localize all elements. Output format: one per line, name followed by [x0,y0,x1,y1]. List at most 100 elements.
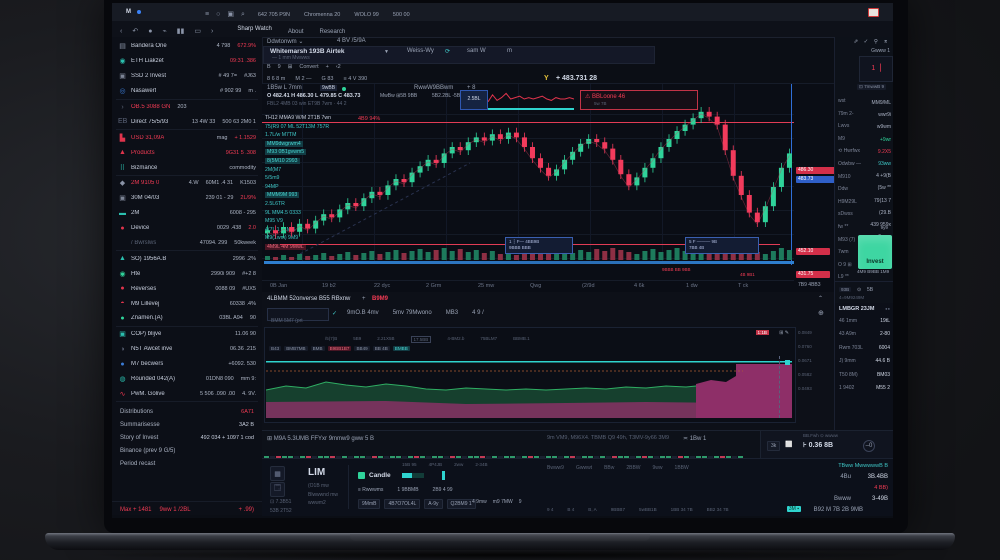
candle-toggle-label[interactable]: Candle [369,472,391,479]
status-btn2-1[interactable]: m9 7MW [493,499,513,505]
topbar-icon-2[interactable]: ▣ [227,11,234,18]
symbol-caret-icon[interactable]: ▼ [384,49,389,55]
slider-track[interactable] [402,473,424,478]
order-field-4[interactable]: ⟲ Hwrfwx [838,145,861,158]
watchlist-row[interactable]: ∿PwM. Golive5 506 .090 .004. 9V. [112,386,262,401]
watchlist-row[interactable]: ⠿Bizmancecommodity [112,160,262,175]
status-btn-1[interactable]: 4B7O7OL4L [384,499,420,509]
status-link-2[interactable]: BBw [604,465,614,471]
watchlist-row[interactable]: ●M7 becwers+6092. 530 [112,357,262,372]
trade-row[interactable]: J) 9mm44.6 B [835,355,893,369]
settings-gear-icon[interactable]: ⊕ [818,309,824,317]
topbar-icon-1[interactable]: ○ [216,11,220,18]
topbar-icon-0[interactable]: ≡ [205,11,209,18]
timeframe-select[interactable]: Weiss-Wy [407,48,434,54]
status-link-1[interactable]: Gwwwt [576,465,592,471]
right-teal[interactable]: TBww MwwwwwB B [838,463,888,469]
box-icon[interactable]: ⬜ [785,441,792,448]
nav-icon-2[interactable]: ● [148,28,152,35]
x-axis-right[interactable]: 7B9 4BB3 [798,282,821,288]
order-chip-top[interactable]: ⊡ 7mwwB 9 [857,84,886,90]
watchlist-footer-row[interactable]: Summarisesse3A2 B [112,418,262,431]
nav-link-1[interactable]: Research [320,29,346,35]
watchlist-row[interactable]: ◓M9 Lillevej60338 .4% [112,296,262,311]
status-link-5[interactable]: 1BBW [675,465,689,471]
status-link-0[interactable]: Bwww9 [547,465,564,471]
bottom-control-1[interactable]: 5mv 79Mwono [393,310,432,316]
mode-label[interactable]: m [507,48,512,54]
trades-dots[interactable]: ●● [885,306,890,312]
watchlist-footer-row[interactable]: Distributions6A71 [112,405,262,418]
chart-tool-2[interactable]: ⊞ [288,64,293,70]
trade-row[interactable]: 46 1mm19tL [835,314,893,328]
watchlist-footer-row[interactable]: Binance (prev 9 G/5) [112,444,262,457]
extension-icon[interactable] [868,8,879,17]
chart-tool-3[interactable]: Convert [299,64,318,70]
watchlist-row[interactable]: ▬2M6008 - 295 [112,206,262,221]
order-field-2[interactable]: Lwvs [838,120,861,133]
depth-corner-icons[interactable]: ⊞ ✎ [779,330,789,336]
watchlist-row[interactable]: ◎Nasawert# 902 99m . [112,84,262,99]
order-field-7[interactable]: Ddw [838,183,861,196]
minus-icon[interactable]: –0 [863,440,875,452]
watchlist-row[interactable]: ▣COP) blijve11.06 90 [112,327,262,342]
panel-icon-2[interactable]: 🗔 [270,482,285,497]
trade-row[interactable]: 43 A9m2-80 [835,328,893,342]
nav-icon-3[interactable]: ⌁ [162,28,166,35]
refresh-icon[interactable]: ⟳ [445,48,450,55]
nav-title[interactable]: Sharp Watch [237,26,271,32]
collapse-icon[interactable]: ⌃ [818,295,823,302]
order-bottom-i1[interactable]: ⊙ [857,287,861,293]
chart-tool-0[interactable]: B [267,64,271,70]
depth-chip-5[interactable]: BB 4B [373,346,390,351]
watchlist-row[interactable]: ›OB.5 3088 GN203 [112,100,262,115]
watchlist-row[interactable]: ◍Rounded 042(A)01DN8 090mm 9: [112,372,262,387]
nav-icon-0[interactable]: ‹ [120,28,122,35]
panel-icon-1[interactable]: ▦ [270,466,285,481]
depth-chart[interactable]: 1:1B ⊞ ✎ /5(7)B5B92.21X5B17.5BB4-BM2.b75… [264,327,796,423]
status-btn-2[interactable]: A-9y [424,499,442,509]
chart-tool-5[interactable]: ‹2 [336,64,341,70]
depth-chip-1[interactable]: BMB7MB [284,346,307,351]
nav-icon-1[interactable]: ↶ [132,28,138,35]
topbar-item-3[interactable]: 500 00 [393,12,410,18]
watchlist-last-row[interactable]: Max + 1481 9ww 1 /2BL + .99) [120,507,254,513]
order-field-10[interactable]: fw ** [838,221,861,234]
depth-chip-2[interactable]: BMB [311,346,325,351]
watchlist-row[interactable]: ◑N5T Awcet inve06.36 .215 [112,342,262,357]
status-teal-chip[interactable]: 3M ▪ [787,506,801,512]
depth-chip-0[interactable]: B43 [269,346,281,351]
watchlist-row[interactable]: ●Device0029 .4382.0 [112,221,262,236]
slider-tick[interactable] [442,471,445,480]
watchlist-row[interactable]: ●Znamen.(A)03BL A9490 [112,311,262,326]
status-btn2-0[interactable]: 4 9mw [472,499,487,505]
topbar-icon-3[interactable]: ⌕ [241,11,245,18]
order-field-8[interactable]: H9M29L [838,196,861,209]
trade-row[interactable]: T50 8M)BM03 [835,368,893,382]
watchlist-row[interactable]: ▤Bandera One4 798672.9% [112,39,262,54]
bottom-control-3[interactable]: 4 9 / [472,310,484,316]
watchlist-row[interactable]: ▙USD 31,09Amag+ 1.1529 [112,130,262,145]
main-chart[interactable]: 1B5w L 7mm 9wBB RwwW9BBwm + 8 O 482.41 H… [262,83,834,292]
depth-chip-6[interactable]: BMBB [393,346,410,351]
breadcrumb[interactable]: Ddwtonwm ⌄ [267,38,303,45]
watchlist-row[interactable]: ●Reverses0088 09#UX5 [112,281,262,296]
status-btn-0[interactable]: 9MmB [358,499,380,509]
order-field-0[interactable]: wst [838,95,861,108]
watchlist-footer-row[interactable]: Period recast [112,457,262,470]
kbd-chip[interactable]: 3k [767,441,780,451]
candlestick-plot[interactable] [264,99,794,259]
nav-icon-4[interactable]: ▮▮ [177,28,185,35]
order-field-1[interactable]: 79m 2- [838,108,861,121]
depth-chip-3[interactable]: B9BB1B7 [328,346,352,351]
watchlist-row[interactable]: EBDirect 75/5/9313 4W 33500 63 2M0 1 [112,114,262,129]
watchlist-row[interactable]: ▣30M 04/03239 01 - 292L/9% [112,191,262,206]
nav-icon-5[interactable]: ▭ [194,28,201,35]
status-link-3[interactable]: 2BBW [626,465,640,471]
slider-handle[interactable] [402,473,412,478]
topbar-item-2[interactable]: WOLO 99 [354,12,378,18]
watchlist-row[interactable]: ◉Hte2990i 909#+2 8 [112,266,262,281]
chart-tool-1[interactable]: 9 [278,64,281,70]
order-field-6[interactable]: M910 [838,171,861,184]
bottom-plus[interactable]: + [362,296,366,302]
